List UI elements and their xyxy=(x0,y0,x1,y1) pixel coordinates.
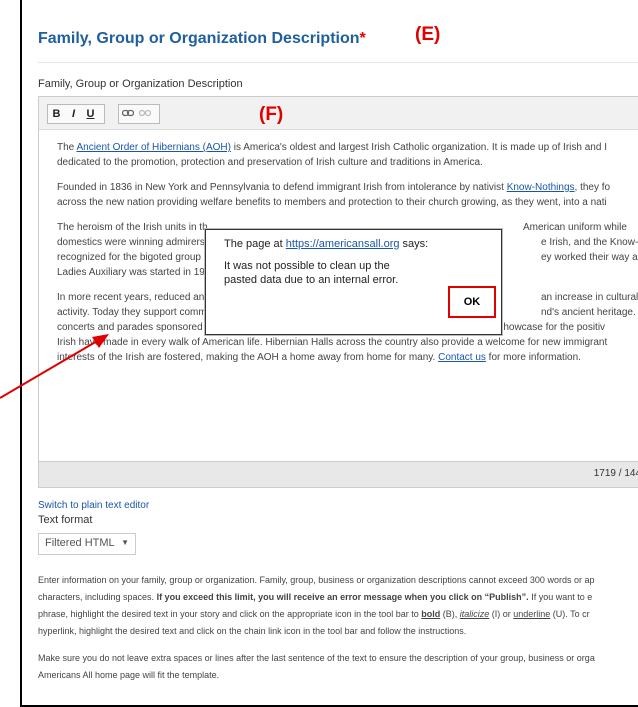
dialog-message: It was not possible to clean up the past… xyxy=(224,260,399,286)
help-paragraph-spacing: Make sure you do not leave extra spaces … xyxy=(38,653,595,680)
italic-button[interactable]: I xyxy=(65,108,82,120)
paragraph-founding: Founded in 1836 in New York and Pennsylv… xyxy=(57,182,611,208)
switch-plain-text-link[interactable]: Switch to plain text editor xyxy=(38,500,149,511)
field-label: Family, Group or Organization Descriptio… xyxy=(38,78,243,90)
paragraph-aoh-intro: The Ancient Order of Hibernians (AOH) is… xyxy=(57,142,607,168)
underline-button[interactable]: U xyxy=(82,108,99,120)
text-format-select[interactable]: Filtered HTML ▼ xyxy=(38,533,136,555)
know-nothings-link[interactable]: Know-Nothings xyxy=(507,182,575,193)
unlink-icon xyxy=(138,109,151,117)
dropdown-arrow-icon: ▼ xyxy=(121,538,129,547)
bold-button[interactable]: B xyxy=(48,108,65,120)
format-button-group: B I U xyxy=(47,104,105,124)
help-paragraph-limits: Enter information on your family, group … xyxy=(38,575,595,636)
character-count: 1719 / 144 xyxy=(593,468,638,479)
alert-dialog: The page at https://americansall.org say… xyxy=(205,229,502,335)
dialog-title: The page at https://americansall.org say… xyxy=(224,238,429,250)
unlink-button[interactable] xyxy=(136,108,153,120)
contact-us-link[interactable]: Contact us xyxy=(438,352,486,363)
text-format-label: Text format xyxy=(38,514,93,526)
aoh-link[interactable]: Ancient Order of Hibernians (AOH) xyxy=(76,142,231,153)
editor-status-bar: 1719 / 144 xyxy=(39,461,638,487)
page-title: Family, Group or Organization Descriptio… xyxy=(38,30,366,47)
text-format-value: Filtered HTML xyxy=(45,537,115,549)
title-divider xyxy=(38,62,638,63)
editor-toolbar: B I U xyxy=(39,97,638,130)
link-button-group xyxy=(118,104,160,124)
callout-e: (E) xyxy=(415,24,441,45)
link-button[interactable] xyxy=(119,108,136,120)
help-text: Enter information on your family, group … xyxy=(38,572,638,694)
dialog-site-link[interactable]: https://americansall.org xyxy=(286,238,400,250)
chain-link-icon xyxy=(121,109,134,117)
ok-button[interactable]: OK xyxy=(448,286,496,318)
callout-f: (F) xyxy=(259,104,284,125)
page-frame: Family, Group or Organization Descriptio… xyxy=(20,0,638,707)
required-mark: * xyxy=(359,30,366,47)
